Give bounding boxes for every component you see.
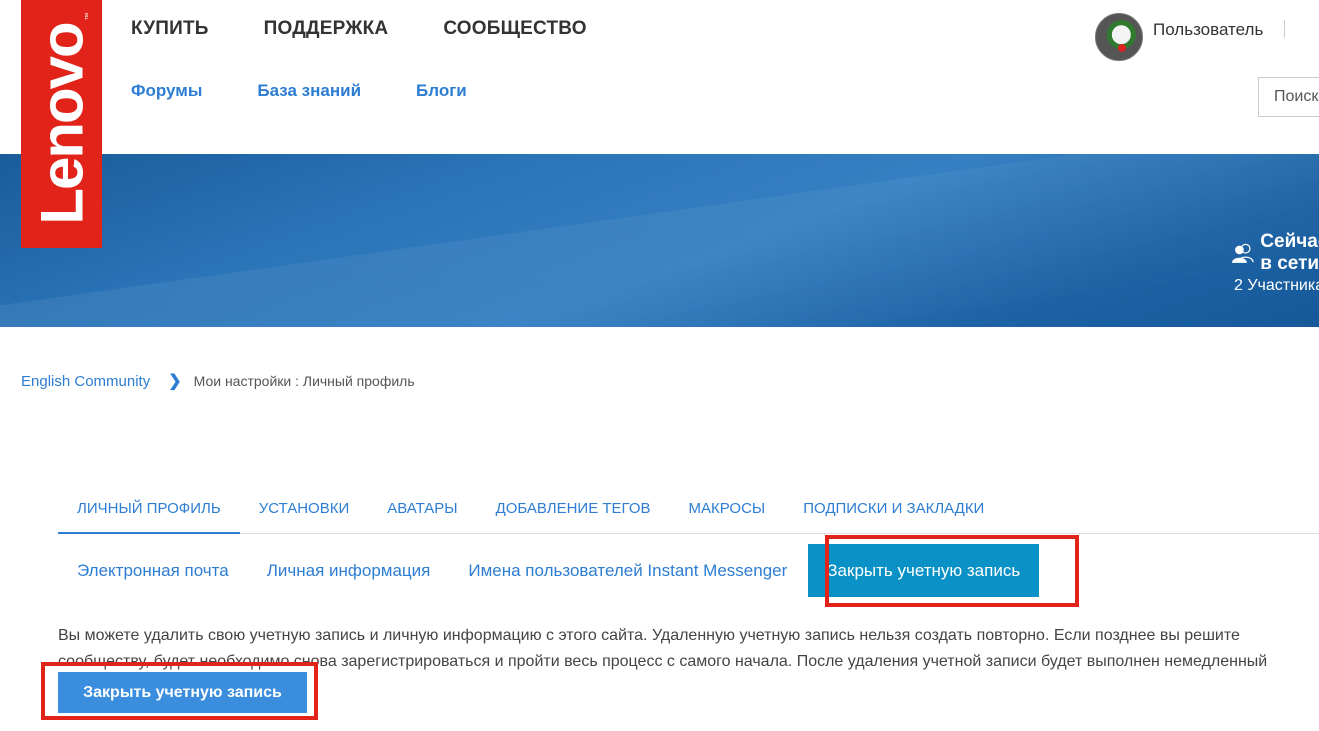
tab-tagging[interactable]: ДОБАВЛЕНИЕ ТЕГОВ — [477, 488, 670, 534]
username[interactable]: Пользователь — [1153, 20, 1263, 40]
nav-community[interactable]: СООБЩЕСТВО — [443, 18, 586, 40]
online-title: Сейчас в сети — [1260, 231, 1319, 274]
nav-buy[interactable]: КУПИТЬ — [131, 18, 209, 40]
hero-banner — [0, 154, 1319, 327]
subtab-personal-info[interactable]: Личная информация — [248, 544, 450, 597]
tab-preferences[interactable]: УСТАНОВКИ — [240, 488, 369, 534]
subtab-im-usernames[interactable]: Имена пользователей Instant Messenger — [449, 544, 806, 597]
users-icon — [1232, 243, 1254, 263]
description-line-1: Вы можете удалить свою учетную запись и … — [58, 627, 1240, 644]
subnav-forums[interactable]: Форумы — [131, 81, 202, 101]
highlight-close-account-button — [41, 662, 318, 720]
online-users: Сейчас в сети — [1232, 231, 1319, 275]
highlight-close-account-tab — [825, 535, 1079, 607]
tab-personal-profile[interactable]: ЛИЧНЫЙ ПРОФИЛЬ — [58, 488, 240, 534]
breadcrumb: English Community ❯ Мои настройки : Личн… — [21, 371, 415, 391]
subtab-email[interactable]: Электронная почта — [58, 544, 248, 597]
breadcrumb-root[interactable]: English Community — [21, 373, 150, 390]
logo-text: Lenovo — [28, 23, 95, 225]
sub-nav: Форумы База знаний Блоги — [131, 81, 467, 101]
subnav-blogs[interactable]: Блоги — [416, 81, 467, 101]
tab-avatars[interactable]: АВАТАРЫ — [368, 488, 476, 534]
top-nav: КУПИТЬ ПОДДЕРЖКА СООБЩЕСТВО — [131, 18, 587, 40]
settings-tabs: ЛИЧНЫЙ ПРОФИЛЬ УСТАНОВКИ АВАТАРЫ ДОБАВЛЕ… — [58, 488, 1319, 534]
divider — [1284, 20, 1285, 38]
search-box — [1258, 77, 1319, 117]
search-input[interactable] — [1259, 78, 1319, 116]
user-menu[interactable]: Пользователь — [1095, 13, 1263, 61]
logo-trademark: ™ — [83, 12, 93, 21]
nav-support[interactable]: ПОДДЕРЖКА — [264, 18, 389, 40]
avatar[interactable] — [1095, 13, 1143, 61]
tab-subscriptions[interactable]: ПОДПИСКИ И ЗАКЛАДКИ — [784, 488, 1003, 534]
subnav-knowledge-base[interactable]: База знаний — [257, 81, 361, 101]
chevron-right-icon: ❯ — [168, 373, 182, 390]
online-count[interactable]: 2 Участника — [1234, 277, 1319, 295]
breadcrumb-current: Мои настройки : Личный профиль — [193, 373, 415, 389]
lenovo-logo[interactable]: Lenovo ™ — [21, 0, 102, 248]
tab-macros[interactable]: МАКРОСЫ — [670, 488, 785, 534]
